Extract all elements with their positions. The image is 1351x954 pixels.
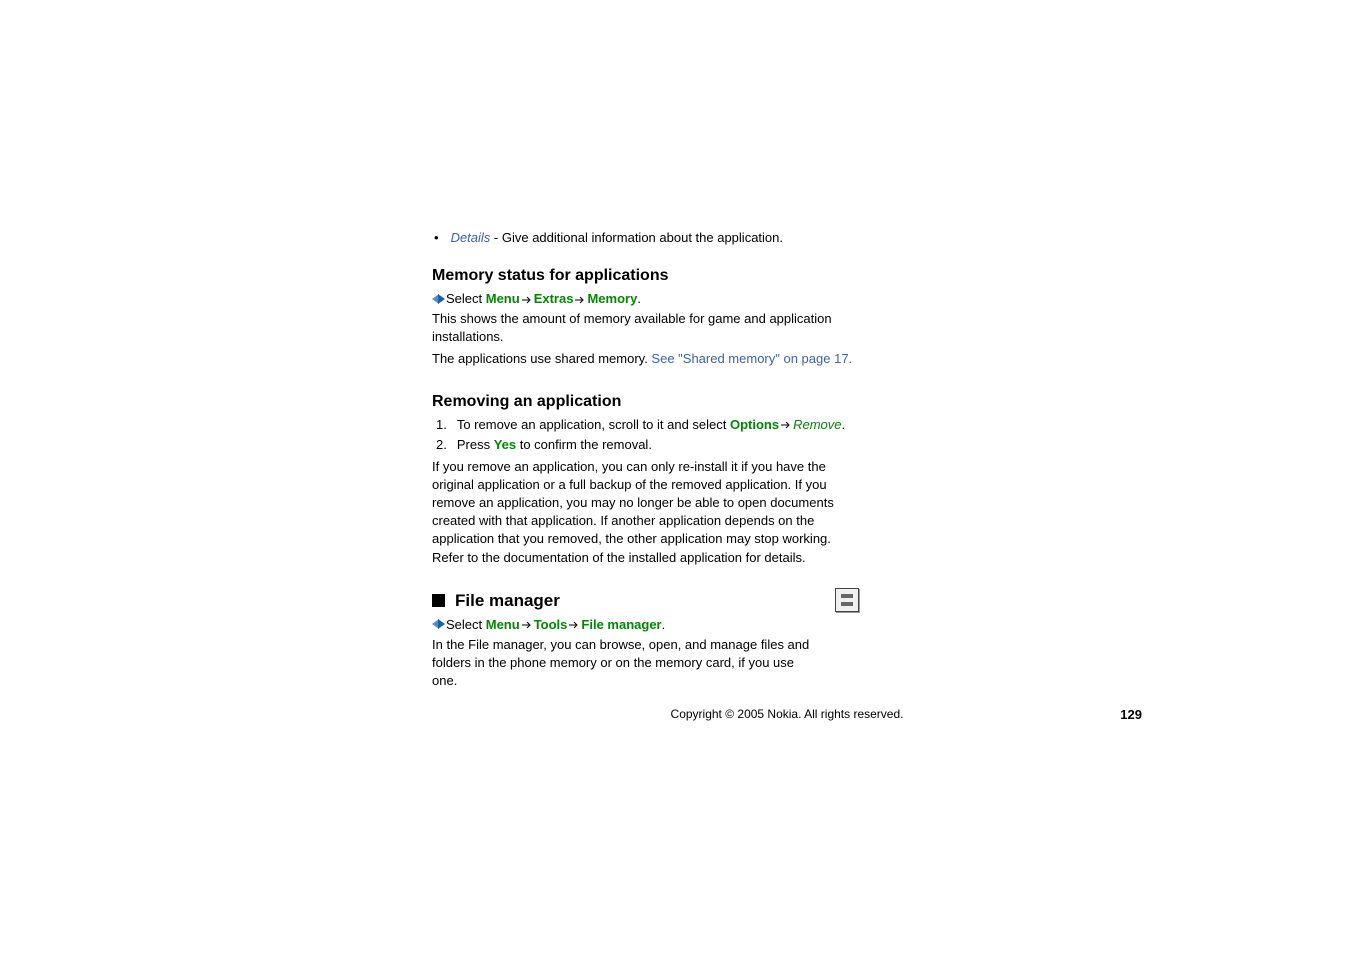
arrow-separator-icon xyxy=(568,617,580,632)
step2-post: to confirm the removal. xyxy=(516,437,652,452)
remove-step-2: 2. Press Yes to confirm the removal. xyxy=(436,437,862,452)
nav-extras[interactable]: Extras xyxy=(534,291,574,306)
details-desc: - Give additional information about the … xyxy=(490,230,783,245)
section-square-icon xyxy=(432,594,445,607)
fm-para: In the File manager, you can browse, ope… xyxy=(432,636,822,691)
arrow-separator-icon xyxy=(521,291,533,306)
memory-para-1: This shows the amount of memory availabl… xyxy=(432,310,862,346)
nav-arrows-icon xyxy=(432,619,445,629)
select-label: Select xyxy=(446,617,486,632)
arrow-separator-icon xyxy=(780,417,792,432)
file-manager-heading: File manager xyxy=(455,591,560,611)
copyright-text: Copyright © 2005 Nokia. All rights reser… xyxy=(671,707,904,721)
details-bullet: • Details - Give additional information … xyxy=(432,230,862,245)
memory-nav-row: Select MenuExtrasMemory. xyxy=(432,291,862,306)
step-number: 2. xyxy=(436,437,447,452)
nav-memory[interactable]: Memory xyxy=(587,291,637,306)
arrow-separator-icon xyxy=(521,617,533,632)
shared-memory-link[interactable]: See "Shared memory" on page 17. xyxy=(651,351,852,366)
nav-arrows-icon xyxy=(432,294,445,304)
step1-pre: To remove an application, scroll to it a… xyxy=(457,417,730,432)
removing-para: If you remove an application, you can on… xyxy=(432,458,862,567)
nav-menu-2[interactable]: Menu xyxy=(486,617,520,632)
page-number: 129 xyxy=(1120,707,1142,722)
file-manager-icon xyxy=(835,588,859,612)
fm-nav-row: Select MenuToolsFile manager. xyxy=(432,617,862,632)
removing-heading: Removing an application xyxy=(432,393,862,411)
step2-pre: Press xyxy=(457,437,494,452)
remove-text: Remove xyxy=(793,417,841,432)
step-number: 1. xyxy=(436,417,447,432)
select-label: Select xyxy=(446,291,486,306)
bullet-dot: • xyxy=(434,230,439,245)
nav-tools[interactable]: Tools xyxy=(534,617,568,632)
memory-para-2: The applications use shared memory. See … xyxy=(432,350,862,368)
nav-file-manager[interactable]: File manager xyxy=(581,617,661,632)
details-link[interactable]: Details xyxy=(451,230,491,245)
file-manager-heading-row: File manager xyxy=(432,591,862,611)
nav-menu[interactable]: Menu xyxy=(486,291,520,306)
options-text: Options xyxy=(730,417,779,432)
yes-text: Yes xyxy=(494,437,516,452)
arrow-separator-icon xyxy=(574,291,586,306)
shared-mem-pre: The applications use shared memory. xyxy=(432,351,651,366)
remove-step-1: 1. To remove an application, scroll to i… xyxy=(436,417,862,432)
memory-status-heading: Memory status for applications xyxy=(432,267,862,285)
